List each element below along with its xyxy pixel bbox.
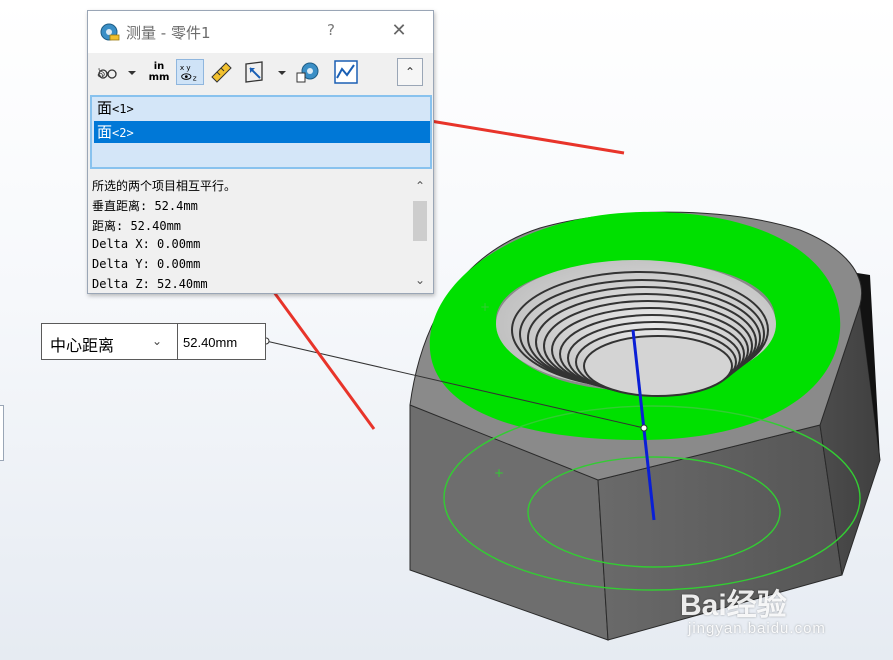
- selection-tag: <2>: [112, 126, 134, 140]
- scroll-thumb[interactable]: [413, 201, 427, 241]
- svg-text:+: +: [494, 466, 504, 480]
- svg-text:z: z: [193, 73, 197, 82]
- dialog-title: 测量 - 零件1: [126, 24, 211, 42]
- arc-circle-icon[interactable]: ঌ: [96, 59, 120, 85]
- watermark-main: Bai经验: [680, 589, 787, 622]
- result-line: Delta X: 0.00mm: [92, 237, 201, 251]
- units-icon[interactable]: in mm: [146, 59, 172, 85]
- measure-dialog[interactable]: 测量 - 零件1 ? ✕ ঌ in mm x y z ⌃ 面<1> 面<2> 所…: [87, 10, 434, 294]
- selection-tag: <1>: [112, 102, 134, 116]
- svg-text:x: x: [180, 63, 185, 72]
- watermark-sub: jingyan.baidu.com: [688, 620, 826, 637]
- scroll-up-icon[interactable]: ⌃: [410, 177, 430, 195]
- distance-value: 52.40mm: [183, 335, 238, 350]
- projection-icon[interactable]: [242, 59, 268, 85]
- result-line: 所选的两个项目相互平行。: [92, 179, 237, 193]
- xyz-icon[interactable]: x y z: [176, 59, 204, 85]
- distance-mode-select[interactable]: 中心距离 ⌄: [42, 324, 178, 359]
- svg-text:+: +: [480, 300, 490, 314]
- dimension-callout[interactable]: 中心距离 ⌄ 52.40mm: [41, 323, 266, 360]
- dropdown-icon[interactable]: [126, 59, 138, 85]
- chevron-down-icon[interactable]: ⌄: [152, 334, 162, 348]
- selection-list[interactable]: 面<1> 面<2>: [90, 95, 432, 169]
- leader-end-point: [640, 424, 648, 432]
- history-icon[interactable]: [294, 59, 322, 85]
- selection-face-label: 面: [97, 123, 113, 141]
- selection-face-label: 面: [97, 99, 113, 117]
- result-line: Delta Z: 52.40mm: [92, 277, 208, 291]
- results-panel: 所选的两个项目相互平行。 垂直距离: 52.4mm 距离: 52.40mm De…: [90, 173, 432, 293]
- svg-text:ঌ: ঌ: [97, 65, 105, 81]
- help-button[interactable]: ?: [321, 21, 341, 43]
- units-top-label: in: [153, 61, 165, 72]
- close-button[interactable]: ✕: [384, 20, 414, 44]
- distance-mode-label: 中心距离: [50, 336, 115, 355]
- dialog-titlebar[interactable]: 测量 - 零件1 ? ✕: [88, 11, 433, 53]
- measure-toolbar: ঌ in mm x y z ⌃: [88, 53, 433, 91]
- dropdown-icon[interactable]: [276, 59, 288, 85]
- results-scrollbar[interactable]: ⌃ ⌄: [410, 173, 430, 293]
- units-bottom-label: mm: [148, 72, 170, 83]
- selection-item-2[interactable]: 面<2>: [94, 121, 430, 143]
- result-line: 距离: 52.40mm: [92, 219, 182, 233]
- svg-text:y: y: [186, 63, 191, 72]
- left-panel-edge: [0, 405, 4, 461]
- collapse-button[interactable]: ⌃: [397, 58, 423, 86]
- result-line: Delta Y: 0.00mm: [92, 257, 201, 271]
- measure-icon[interactable]: [208, 59, 234, 85]
- scroll-down-icon[interactable]: ⌄: [410, 271, 430, 289]
- measure-tape-icon: [100, 23, 120, 41]
- result-line: 垂直距离: 52.4mm: [92, 199, 198, 213]
- sensor-icon[interactable]: [332, 59, 360, 85]
- selection-item-1[interactable]: 面<1>: [94, 97, 430, 119]
